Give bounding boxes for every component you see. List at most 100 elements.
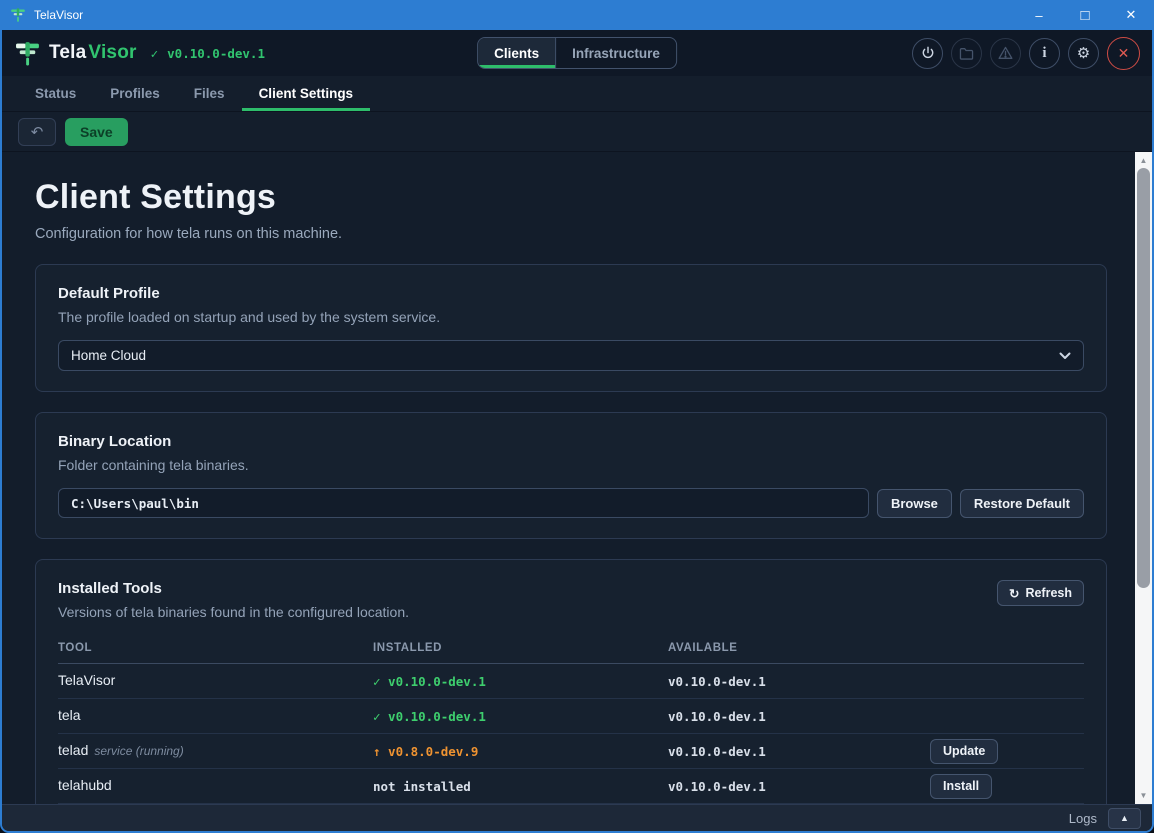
- binary-location-card: Binary Location Folder containing tela b…: [35, 412, 1107, 539]
- available-version: v0.10.0-dev.1: [668, 779, 930, 794]
- refresh-label: Refresh: [1025, 586, 1072, 600]
- power-icon: [921, 46, 935, 60]
- os-titlebar: TelaVisor – □ ✕: [0, 0, 1154, 30]
- app-header: Tela Visor ✓ v0.10.0-dev.1 Clients Infras…: [2, 30, 1152, 76]
- close-icon: ✕: [1118, 45, 1130, 62]
- installed-tools-title: Installed Tools: [58, 580, 409, 597]
- save-button[interactable]: Save: [65, 118, 128, 146]
- page-tab-bar: Status Profiles Files Client Settings: [2, 76, 1152, 112]
- app-window: TelaVisor – □ ✕ Tela Visor ✓ v0.10.0-dev.…: [0, 0, 1154, 833]
- binary-location-description: Folder containing tela binaries.: [58, 457, 1084, 473]
- power-button[interactable]: [912, 38, 943, 69]
- tool-name: telahubd: [58, 777, 112, 793]
- installed-version: ✓ v0.10.0-dev.1: [373, 674, 668, 689]
- tool-name: TelaVisor: [58, 672, 115, 688]
- installed-tools-header: Installed Tools Versions of tela binarie…: [58, 580, 1084, 620]
- undo-icon: ↶: [31, 123, 44, 141]
- refresh-icon: ↻: [1009, 586, 1019, 601]
- maximize-button[interactable]: □: [1062, 0, 1108, 30]
- tab-profiles[interactable]: Profiles: [93, 76, 177, 111]
- page-title: Client Settings: [35, 178, 1107, 217]
- available-version: v0.10.0-dev.1: [668, 709, 930, 724]
- installed-version: ✓ v0.10.0-dev.1: [373, 709, 668, 724]
- tab-client-settings-label: Client Settings: [259, 86, 354, 101]
- update-button[interactable]: Update: [930, 739, 998, 764]
- default-profile-card: Default Profile The profile loaded on st…: [35, 264, 1107, 392]
- version-check-icon: ✓: [151, 46, 159, 61]
- default-profile-description: The profile loaded on startup and used b…: [58, 309, 1084, 325]
- logs-label: Logs: [1069, 811, 1097, 826]
- app-version: ✓ v0.10.0-dev.1: [151, 46, 265, 61]
- header-icon-buttons: i ⚙ ✕: [912, 37, 1140, 70]
- chevron-down-icon: [1059, 352, 1071, 360]
- close-window-button[interactable]: ✕: [1108, 0, 1154, 30]
- binary-path-input[interactable]: [58, 488, 869, 518]
- settings-scroll-region: Client Settings Configuration for how te…: [2, 152, 1135, 804]
- tab-client-settings[interactable]: Client Settings: [242, 76, 371, 111]
- tab-files[interactable]: Files: [177, 76, 242, 111]
- vertical-scrollbar[interactable]: ▲ ▼: [1135, 152, 1152, 804]
- mode-switcher: Clients Infrastructure: [477, 37, 677, 69]
- status-bar: Logs ▲: [2, 804, 1152, 831]
- content-area: Client Settings Configuration for how te…: [2, 152, 1152, 804]
- info-icon: i: [1042, 45, 1046, 62]
- info-button[interactable]: i: [1029, 38, 1060, 69]
- tools-table-body: TelaVisor ✓ v0.10.0-dev.1 v0.10.0-dev.1 …: [58, 664, 1084, 804]
- gear-icon: ⚙: [1077, 44, 1090, 62]
- scrollbar-thumb[interactable]: [1137, 168, 1150, 588]
- default-profile-select[interactable]: Home Cloud: [58, 340, 1084, 371]
- installed-tools-card: Installed Tools Versions of tela binarie…: [35, 559, 1107, 804]
- mode-tab-infrastructure[interactable]: Infrastructure: [555, 38, 676, 68]
- column-header-installed: INSTALLED: [373, 642, 668, 654]
- tab-status[interactable]: Status: [18, 76, 93, 111]
- active-mode-underline: [478, 65, 555, 68]
- expand-up-icon: ▲: [1120, 813, 1129, 823]
- page-subtitle: Configuration for how tela runs on this …: [35, 226, 1107, 242]
- refresh-button[interactable]: ↻ Refresh: [997, 580, 1084, 606]
- available-version: v0.10.0-dev.1: [668, 674, 930, 689]
- tool-name: telad: [58, 742, 88, 758]
- tab-status-label: Status: [35, 86, 76, 101]
- quit-button[interactable]: ✕: [1107, 37, 1140, 70]
- table-row-telad: teladservice (running) ↑ v0.8.0-dev.9 v0…: [58, 734, 1084, 769]
- app-logo-icon: [10, 7, 26, 23]
- browse-button[interactable]: Browse: [877, 489, 952, 518]
- window-title: TelaVisor: [34, 8, 83, 22]
- installed-version: not installed: [373, 779, 668, 794]
- column-header-tool: TOOL: [58, 642, 373, 654]
- undo-button[interactable]: ↶: [18, 118, 56, 146]
- mode-tab-clients-label: Clients: [494, 46, 539, 61]
- version-text: v0.10.0-dev.1: [167, 46, 265, 61]
- scroll-up-arrow-icon[interactable]: ▲: [1135, 153, 1152, 168]
- scroll-down-arrow-icon[interactable]: ▼: [1135, 788, 1152, 803]
- brand-secondary: Visor: [88, 42, 136, 64]
- tool-name: tela: [58, 707, 81, 723]
- install-button[interactable]: Install: [930, 774, 992, 799]
- mode-tab-infrastructure-label: Infrastructure: [572, 46, 660, 61]
- minimize-button[interactable]: –: [1016, 0, 1062, 30]
- brand-primary: Tela: [49, 42, 86, 64]
- column-header-available: AVAILABLE: [668, 642, 930, 654]
- table-row-telavisor: TelaVisor ✓ v0.10.0-dev.1 v0.10.0-dev.1: [58, 664, 1084, 699]
- tools-table: TOOL INSTALLED AVAILABLE TelaVisor ✓ v0.…: [58, 636, 1084, 804]
- settings-button[interactable]: ⚙: [1068, 38, 1099, 69]
- open-logs-button[interactable]: ▲: [1108, 808, 1141, 829]
- tab-profiles-label: Profiles: [110, 86, 160, 101]
- restore-default-button[interactable]: Restore Default: [960, 489, 1084, 518]
- brand-wordmark: Tela Visor: [49, 42, 137, 64]
- installed-version: ↑ v0.8.0-dev.9: [373, 744, 668, 759]
- table-row-telahubd: telahubd not installed v0.10.0-dev.1 Ins…: [58, 769, 1084, 804]
- warnings-button[interactable]: [990, 38, 1021, 69]
- tool-note: service (running): [94, 744, 183, 758]
- default-profile-title: Default Profile: [58, 285, 1084, 302]
- warning-icon: [998, 46, 1013, 60]
- brand-logo-icon: [14, 40, 41, 67]
- folder-icon: [959, 47, 974, 60]
- tools-table-header-row: TOOL INSTALLED AVAILABLE: [58, 636, 1084, 664]
- default-profile-selected-value: Home Cloud: [71, 348, 146, 363]
- binary-location-title: Binary Location: [58, 433, 1084, 450]
- tab-files-label: Files: [194, 86, 225, 101]
- mode-tab-clients[interactable]: Clients: [478, 38, 555, 68]
- folder-button[interactable]: [951, 38, 982, 69]
- installed-tools-description: Versions of tela binaries found in the c…: [58, 604, 409, 620]
